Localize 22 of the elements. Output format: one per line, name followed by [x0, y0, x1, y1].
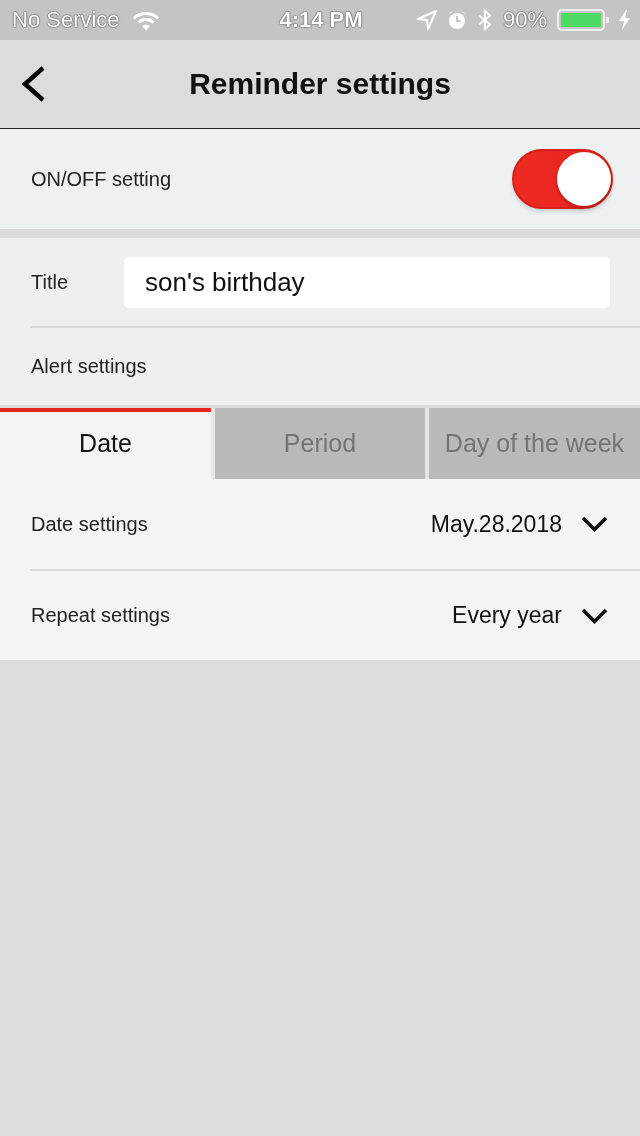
dropdown-button[interactable]: Every year — [452, 602, 608, 629]
clock-text: 4:14 PM — [279, 7, 363, 32]
dropdown-button[interactable]: May.28.2018 — [430, 510, 608, 538]
field-label: Title — [31, 270, 70, 294]
bluetooth-icon — [476, 9, 493, 31]
tab[interactable]: Date — [0, 408, 211, 479]
charging-bolt-icon — [619, 10, 630, 30]
setting-label: Date settings — [31, 512, 148, 536]
section-label: Alert settings — [31, 355, 147, 378]
chevron-down-icon — [581, 516, 608, 532]
chevron-left-icon — [19, 66, 47, 102]
on-off-toggle[interactable] — [512, 149, 613, 209]
setting-label: Repeat settings — [31, 604, 170, 627]
location-arrow-icon — [416, 10, 437, 30]
wifi-icon — [131, 9, 160, 31]
chevron-down-icon — [581, 607, 608, 624]
title-input[interactable]: son's birthday — [124, 256, 610, 308]
alarm-clock-icon — [446, 10, 467, 30]
battery-icon — [557, 9, 609, 31]
page-title: Reminder settings — [189, 67, 451, 101]
battery-percent: 90% — [502, 7, 547, 33]
setting-label: ON/OFF setting — [31, 167, 172, 191]
